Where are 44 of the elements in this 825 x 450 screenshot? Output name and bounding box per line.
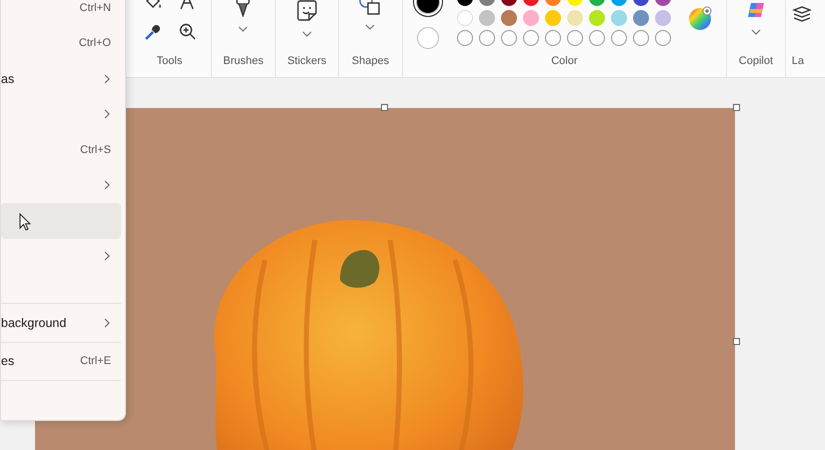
- empty-color-slot[interactable]: [457, 30, 474, 46]
- group-label: La: [792, 54, 804, 68]
- resize-handle[interactable]: [733, 338, 740, 345]
- color-swatch[interactable]: [567, 10, 584, 26]
- zoom-icon[interactable]: [178, 22, 196, 40]
- resize-handle[interactable]: [733, 104, 740, 111]
- layers-icon[interactable]: [792, 6, 812, 22]
- menu-item[interactable]: background: [1, 305, 121, 340]
- color-swatch[interactable]: [633, 10, 650, 26]
- color-swatch[interactable]: [457, 10, 474, 26]
- group-label: Copilot: [738, 54, 774, 68]
- menu-item[interactable]: Ctrl+S: [1, 132, 121, 168]
- color-swatch[interactable]: [523, 10, 540, 26]
- resize-handle[interactable]: [381, 104, 388, 111]
- color-swatch[interactable]: [545, 10, 562, 26]
- copilot-icon[interactable]: [746, 0, 766, 20]
- group-label: Brushes: [223, 54, 264, 68]
- empty-color-slot[interactable]: [523, 30, 540, 46]
- sticker-icon[interactable]: [296, 0, 318, 22]
- color-swatch[interactable]: [611, 10, 628, 26]
- secondary-color-swatch[interactable]: [417, 27, 440, 49]
- color-swatch[interactable]: [479, 10, 496, 26]
- group-label: Tools: [156, 54, 182, 68]
- empty-color-slot[interactable]: [545, 30, 562, 46]
- empty-color-slot[interactable]: [501, 30, 518, 46]
- menu-item[interactable]: Ctrl+O: [1, 26, 121, 61]
- color-swatch[interactable]: [655, 10, 672, 26]
- menu-item[interactable]: as: [1, 61, 121, 96]
- color-swatch[interactable]: [589, 10, 606, 26]
- empty-color-slot[interactable]: [611, 30, 628, 46]
- group-label: Shapes: [352, 54, 390, 68]
- color-picker-icon[interactable]: [143, 22, 162, 41]
- cursor-icon: [19, 213, 31, 231]
- group-label: Stickers: [287, 54, 326, 68]
- color-wheel-icon[interactable]: [688, 6, 712, 31]
- empty-color-slot[interactable]: [589, 30, 606, 46]
- group-label: Color: [551, 54, 578, 68]
- menu-item[interactable]: es Ctrl+E: [1, 344, 121, 379]
- menu-item[interactable]: Ctrl+N: [1, 0, 121, 26]
- color-swatch[interactable]: [501, 10, 518, 26]
- empty-color-slot[interactable]: [633, 30, 650, 46]
- empty-color-slot[interactable]: [655, 30, 672, 46]
- empty-color-slot[interactable]: [567, 30, 584, 46]
- empty-color-slot[interactable]: [479, 30, 496, 46]
